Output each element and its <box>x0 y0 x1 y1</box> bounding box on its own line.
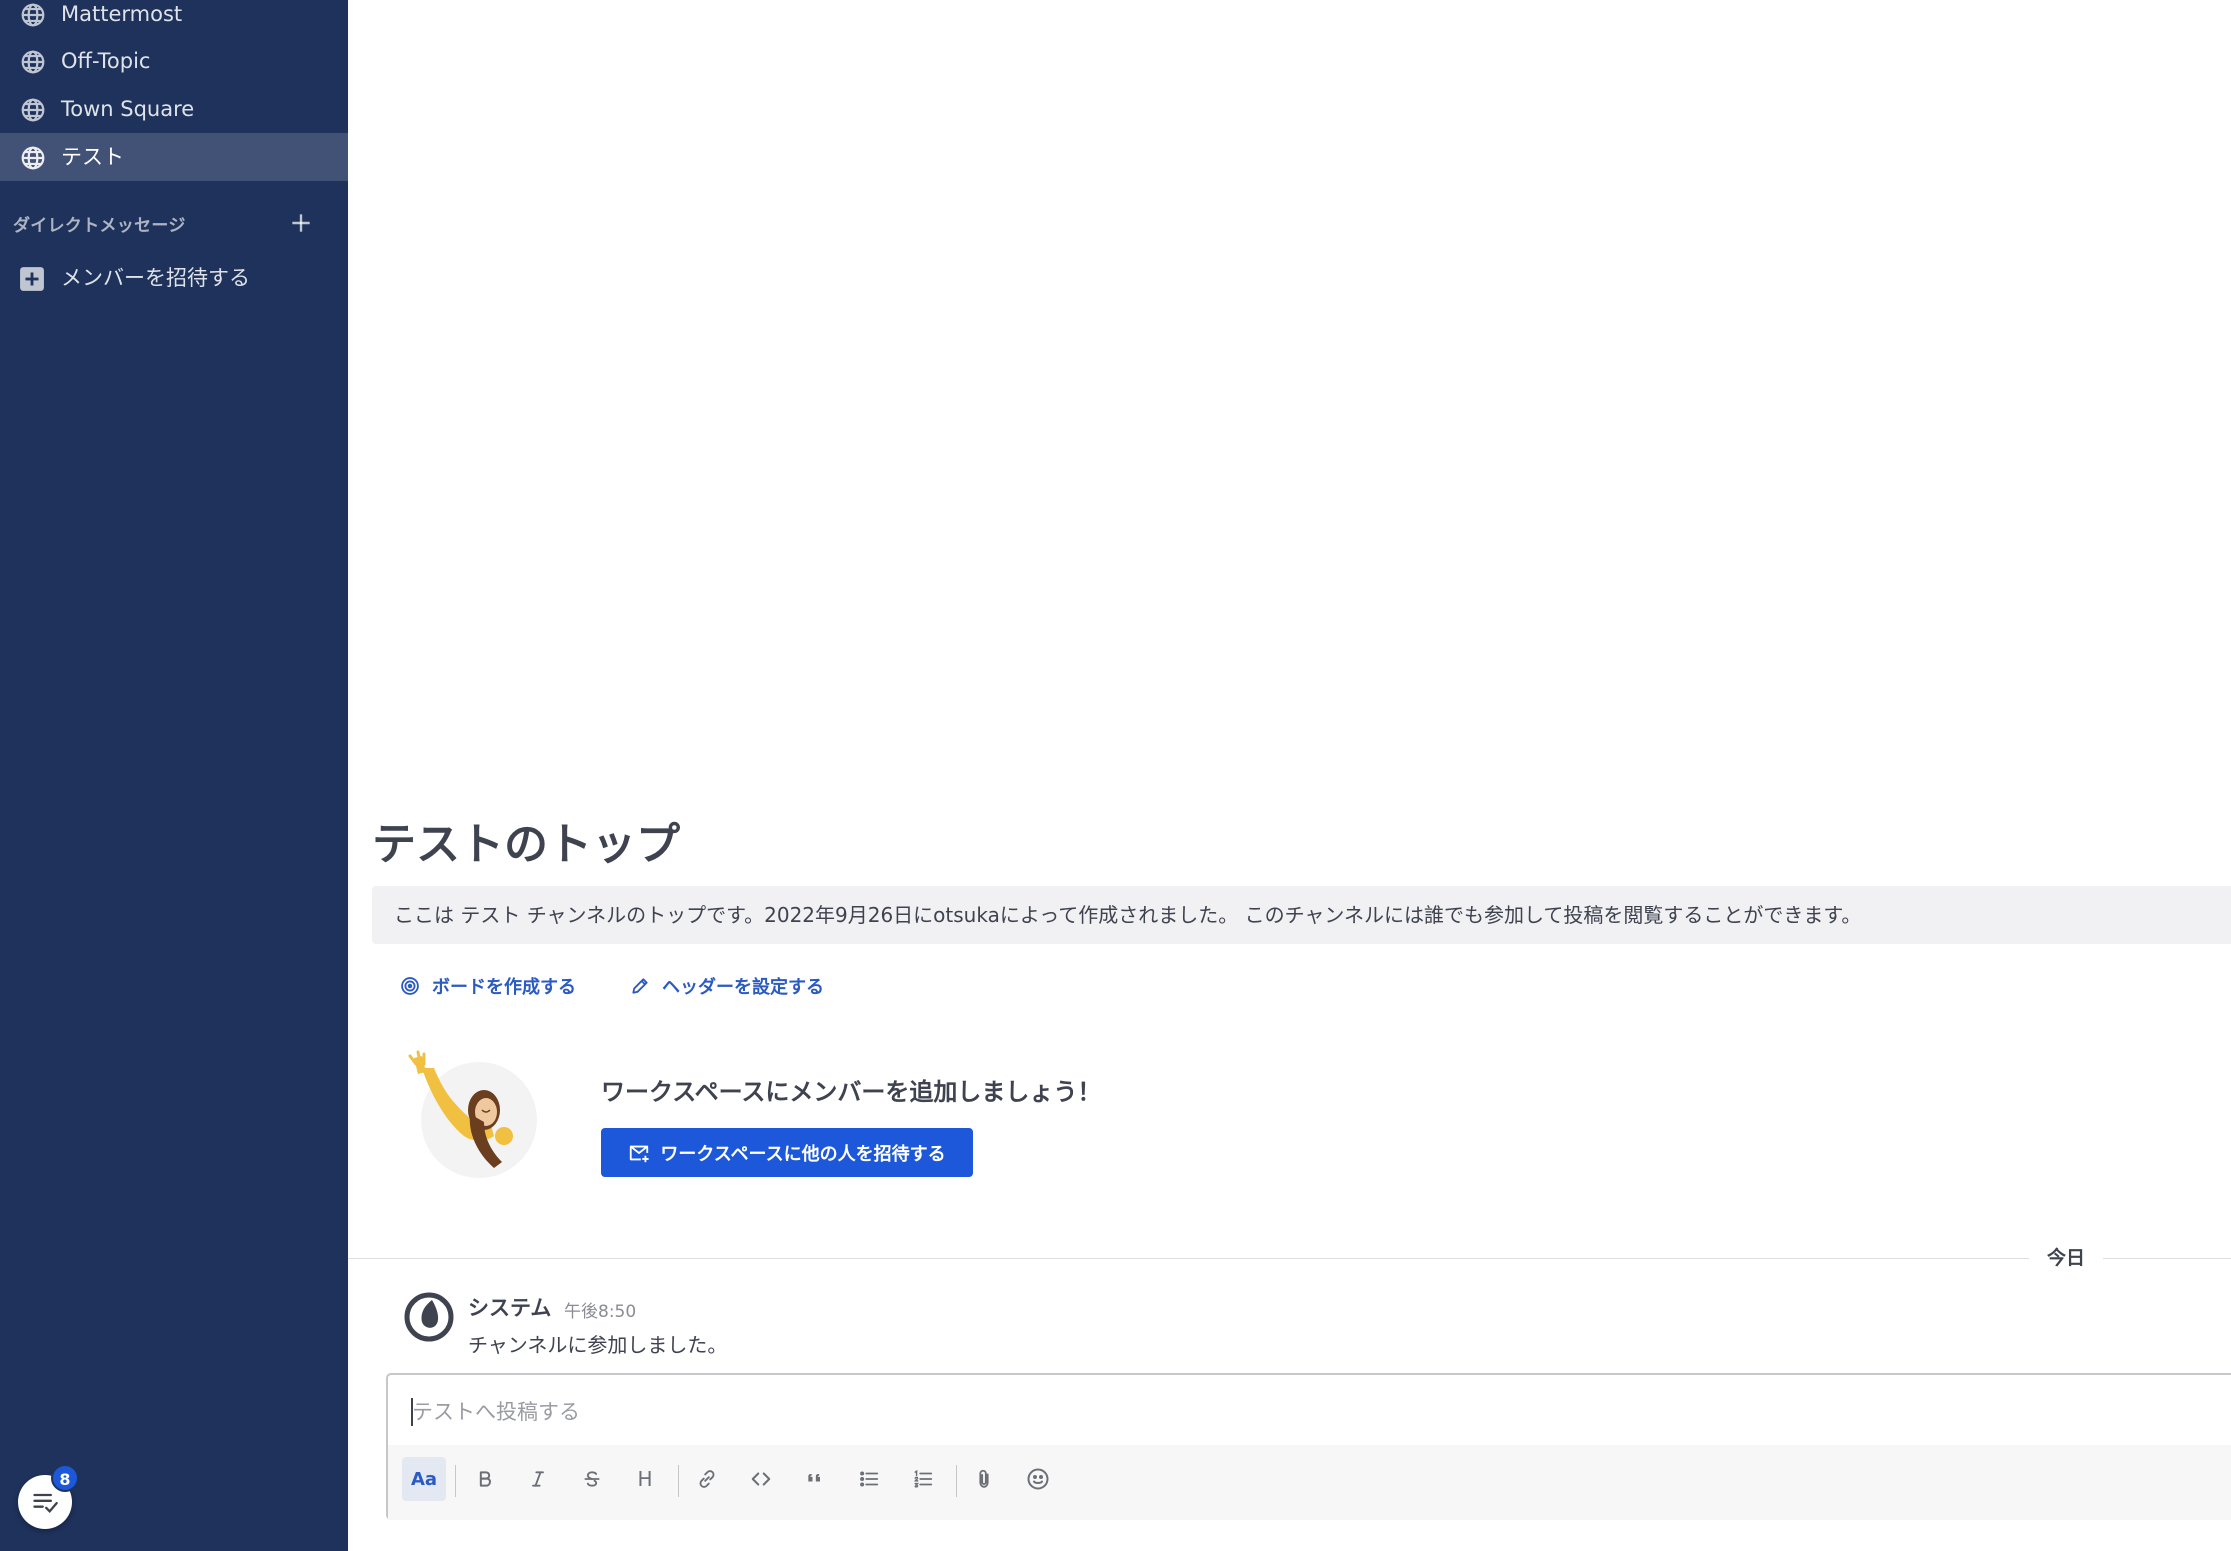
quote-button[interactable] <box>793 1457 837 1501</box>
post-message: チャンネルに参加しました。 <box>468 1333 728 1357</box>
paperclip-icon <box>979 1469 989 1488</box>
formatting-toolbar: Aa H <box>388 1445 2231 1520</box>
link-icon <box>699 1470 715 1488</box>
bulleted-list-button[interactable] <box>847 1457 891 1501</box>
text-caret <box>411 1398 413 1426</box>
checklist-count-badge: 8 <box>51 1464 79 1492</box>
sidebar-item-test[interactable]: テスト <box>0 133 348 181</box>
channel-view: テストのトップ ここは テスト チャンネルのトップです。2022年9月26日にo… <box>348 0 2231 1551</box>
set-header-label: ヘッダーを設定する <box>662 977 824 998</box>
code-button[interactable] <box>739 1457 783 1501</box>
invite-others-button[interactable]: ワークスペースに他の人を招待する <box>601 1128 973 1177</box>
quote-icon <box>808 1474 820 1482</box>
message-composer: Aa <box>386 1373 2231 1520</box>
bold-icon <box>479 1471 491 1487</box>
globe-icon <box>21 3 45 27</box>
numbered-list-icon <box>914 1469 933 1488</box>
checklist-icon <box>33 1493 58 1514</box>
create-board-link[interactable]: ボードを作成する <box>400 973 576 999</box>
date-separator: 今日 <box>2029 1244 2103 1272</box>
numbered-list-button[interactable] <box>901 1457 945 1501</box>
code-icon <box>751 1472 771 1486</box>
channel-intro-title: テストのトップ <box>372 819 680 870</box>
sidebar-item-label: Town Square <box>61 97 195 121</box>
sidebar-item-mattermost[interactable]: Mattermost <box>0 0 348 38</box>
add-box-icon <box>20 267 44 291</box>
sidebar-invite-members[interactable]: メンバーを招待する <box>0 254 348 302</box>
sidebar-item-label: Off-Topic <box>61 49 151 73</box>
toolbar-divider <box>678 1465 679 1497</box>
target-icon <box>401 977 419 995</box>
italic-icon <box>532 1471 544 1487</box>
channel-intro-description: ここは テスト チャンネルのトップです。2022年9月26日にotsukaによっ… <box>372 886 2231 944</box>
toolbar-divider <box>956 1465 957 1497</box>
invite-others-label: ワークスペースに他の人を招待する <box>660 1143 946 1165</box>
plus-icon[interactable] <box>288 210 314 236</box>
sidebar-invite-members-label: メンバーを招待する <box>61 266 250 290</box>
sidebar-section-header-direct-messages[interactable]: ダイレクトメッセージ <box>13 211 186 236</box>
bulleted-list-icon <box>860 1471 879 1487</box>
message-input[interactable] <box>412 1395 2192 1429</box>
globe-icon <box>21 146 45 170</box>
post-timestamp[interactable]: 午後8:50 <box>564 1297 636 1322</box>
toolbar-divider <box>455 1465 456 1497</box>
emoji-button[interactable] <box>1016 1457 1060 1501</box>
sidebar-item-town-square[interactable]: Town Square <box>0 85 348 133</box>
globe-icon <box>21 50 45 74</box>
mail-plus-icon <box>630 1145 649 1162</box>
bold-button[interactable] <box>463 1457 507 1501</box>
sidebar-item-off-topic[interactable]: Off-Topic <box>0 37 348 85</box>
post-author[interactable]: システム <box>468 1292 551 1322</box>
sidebar-item-label: Mattermost <box>61 2 183 26</box>
link-button[interactable] <box>685 1457 729 1501</box>
italic-button[interactable] <box>516 1457 560 1501</box>
attachment-button[interactable] <box>962 1457 1006 1501</box>
app-window: Mattermost Off-Topic Town Square テスト ダイレ… <box>0 0 2231 1551</box>
strikethrough-icon <box>584 1471 600 1487</box>
heading-button[interactable]: H <box>623 1457 667 1501</box>
invite-members-heading: ワークスペースにメンバーを追加しましょう！ <box>601 1078 1102 1106</box>
strikethrough-button[interactable] <box>570 1457 614 1501</box>
set-header-link[interactable]: ヘッダーを設定する <box>630 973 824 999</box>
format-toggle-button[interactable]: Aa <box>402 1457 446 1501</box>
sidebar-item-label: テスト <box>61 145 124 169</box>
emoji-icon <box>1027 1468 1049 1490</box>
globe-icon <box>21 98 45 122</box>
create-board-label: ボードを作成する <box>432 977 576 998</box>
sidebar: Mattermost Off-Topic Town Square テスト ダイレ… <box>0 0 348 1551</box>
date-separator-line <box>348 1258 2231 1259</box>
pencil-icon <box>632 978 648 994</box>
invite-people-illustration <box>408 1050 537 1178</box>
system-avatar <box>404 1292 454 1342</box>
